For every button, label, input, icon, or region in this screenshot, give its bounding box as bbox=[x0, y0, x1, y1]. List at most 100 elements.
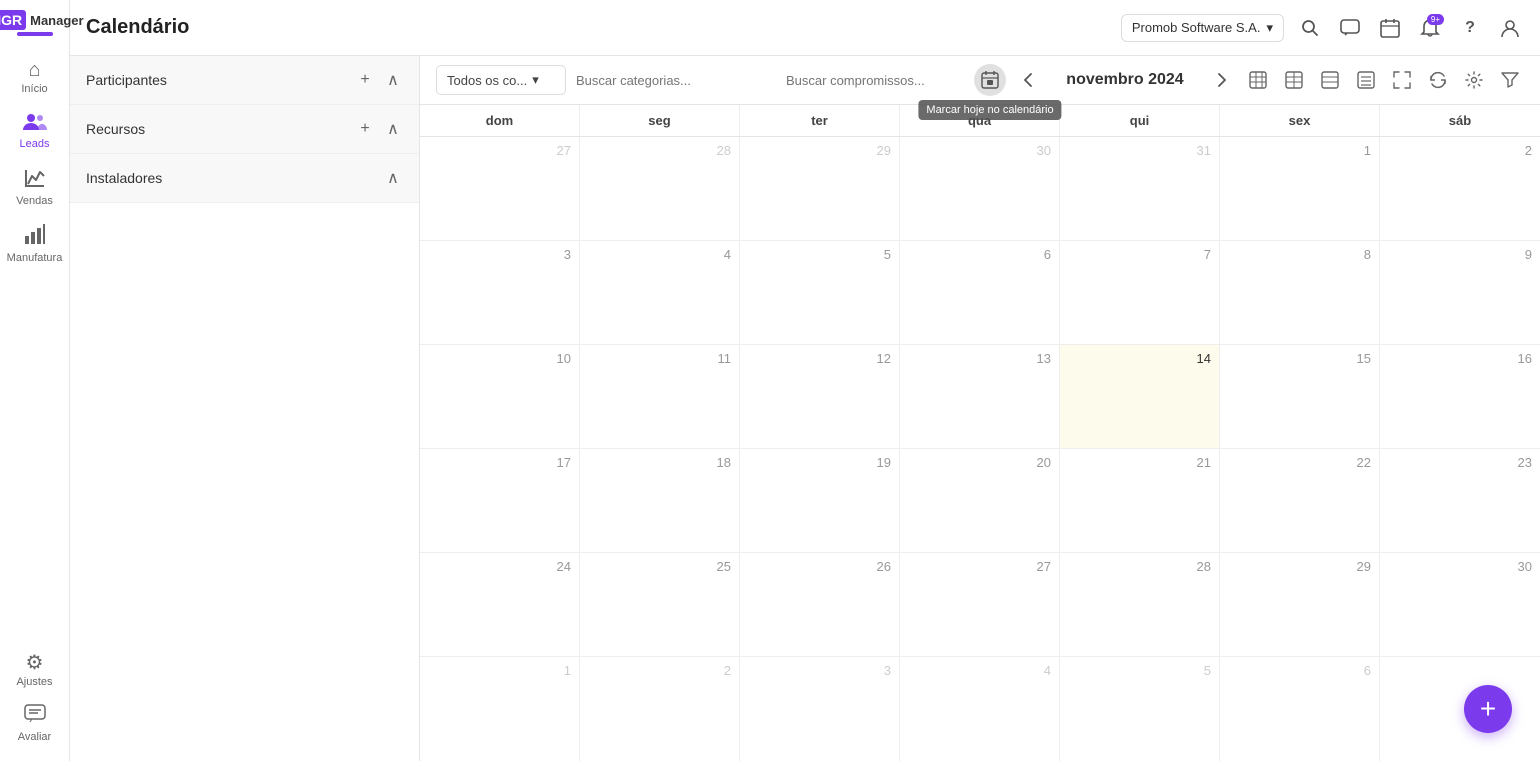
filter-icon[interactable] bbox=[1496, 66, 1524, 94]
sidebar-label-inicio: Início bbox=[21, 83, 47, 95]
cal-cell-2-5[interactable]: 15 bbox=[1220, 345, 1380, 448]
sidebar-item-avaliar[interactable]: Avaliar bbox=[0, 696, 69, 751]
cal-cell-1-5[interactable]: 8 bbox=[1220, 241, 1380, 344]
cal-date-1-5: 8 bbox=[1228, 247, 1371, 262]
user-icon[interactable] bbox=[1496, 14, 1524, 42]
cal-date-1-1: 4 bbox=[588, 247, 731, 262]
cal-cell-0-3[interactable]: 30 bbox=[900, 137, 1060, 240]
cal-week-0: 272829303112 bbox=[420, 137, 1540, 241]
filter-dropdown-arrow: ▾ bbox=[532, 72, 539, 88]
list-view-icon[interactable] bbox=[1352, 66, 1380, 94]
section-recursos-header[interactable]: Recursos + ∧ bbox=[70, 105, 419, 153]
cal-cell-4-0[interactable]: 24 bbox=[420, 553, 580, 656]
cal-cell-3-5[interactable]: 22 bbox=[1220, 449, 1380, 552]
cal-date-1-3: 6 bbox=[908, 247, 1051, 262]
cal-cell-5-3[interactable]: 4 bbox=[900, 657, 1060, 761]
cal-cell-0-2[interactable]: 29 bbox=[740, 137, 900, 240]
add-event-fab[interactable]: + bbox=[1464, 685, 1512, 733]
calendar-toolbar-row: Todos os co... ▾ bbox=[420, 56, 1540, 105]
sidebar-item-ajustes[interactable]: ⚙ Ajustes bbox=[0, 645, 69, 696]
next-month-button[interactable] bbox=[1208, 66, 1236, 94]
filter-dropdown[interactable]: Todos os co... ▾ bbox=[436, 65, 566, 95]
cal-cell-1-6[interactable]: 9 bbox=[1380, 241, 1540, 344]
cal-cell-1-1[interactable]: 4 bbox=[580, 241, 740, 344]
cal-cell-4-5[interactable]: 29 bbox=[1220, 553, 1380, 656]
cal-cell-5-5[interactable]: 6 bbox=[1220, 657, 1380, 761]
cal-cell-4-2[interactable]: 26 bbox=[740, 553, 900, 656]
cal-cell-2-6[interactable]: 16 bbox=[1380, 345, 1540, 448]
search-icon[interactable] bbox=[1296, 14, 1324, 42]
section-participantes-header[interactable]: Participantes + ∧ bbox=[70, 56, 419, 104]
cal-cell-4-4[interactable]: 28 bbox=[1060, 553, 1220, 656]
refresh-icon[interactable] bbox=[1424, 66, 1452, 94]
cal-cell-2-4[interactable]: 14 bbox=[1060, 345, 1220, 448]
cal-date-4-3: 27 bbox=[908, 559, 1051, 574]
cal-cell-0-1[interactable]: 28 bbox=[580, 137, 740, 240]
cal-cell-3-6[interactable]: 23 bbox=[1380, 449, 1540, 552]
day-view-icon[interactable] bbox=[1316, 66, 1344, 94]
cal-cell-3-4[interactable]: 21 bbox=[1060, 449, 1220, 552]
content-area: Participantes + ∧ Recursos + ∧ bbox=[70, 56, 1540, 761]
sidebar-item-leads[interactable]: Leads bbox=[0, 103, 69, 158]
help-text: ? bbox=[1465, 19, 1475, 37]
day-header-sex: sex bbox=[1220, 105, 1380, 136]
cal-cell-5-4[interactable]: 5 bbox=[1060, 657, 1220, 761]
prev-month-button[interactable] bbox=[1014, 66, 1042, 94]
search-categories-input[interactable] bbox=[576, 67, 776, 94]
sidebar-item-inicio[interactable]: ⌂ Início bbox=[0, 52, 69, 103]
cal-date-2-6: 16 bbox=[1388, 351, 1532, 366]
settings-cal-icon[interactable] bbox=[1460, 66, 1488, 94]
add-recursos-button[interactable]: + bbox=[355, 119, 375, 139]
cal-date-3-6: 23 bbox=[1388, 455, 1532, 470]
cal-cell-1-3[interactable]: 6 bbox=[900, 241, 1060, 344]
company-dropdown-icon: ▾ bbox=[1266, 20, 1273, 36]
cal-cell-5-6[interactable] bbox=[1380, 657, 1540, 761]
cal-cell-4-6[interactable]: 30 bbox=[1380, 553, 1540, 656]
cal-cell-5-2[interactable]: 3 bbox=[740, 657, 900, 761]
day-header-qui: qui bbox=[1060, 105, 1220, 136]
cal-cell-1-0[interactable]: 3 bbox=[420, 241, 580, 344]
week-view-icon[interactable] bbox=[1280, 66, 1308, 94]
cal-cell-2-2[interactable]: 12 bbox=[740, 345, 900, 448]
cal-cell-0-5[interactable]: 1 bbox=[1220, 137, 1380, 240]
cal-cell-0-6[interactable]: 2 bbox=[1380, 137, 1540, 240]
bell-icon[interactable]: 9+ bbox=[1416, 14, 1444, 42]
calendar-topbar-icon[interactable] bbox=[1376, 14, 1404, 42]
sidebar-item-manufatura[interactable]: Manufatura bbox=[0, 215, 69, 272]
cal-date-4-1: 25 bbox=[588, 559, 731, 574]
cal-cell-4-3[interactable]: 27 bbox=[900, 553, 1060, 656]
chat-icon[interactable] bbox=[1336, 14, 1364, 42]
collapse-recursos-button[interactable]: ∧ bbox=[383, 119, 403, 139]
company-selector[interactable]: Promob Software S.A. ▾ bbox=[1121, 14, 1284, 42]
cal-cell-0-0[interactable]: 27 bbox=[420, 137, 580, 240]
topbar-right: Promob Software S.A. ▾ bbox=[1121, 14, 1524, 42]
cal-cell-1-4[interactable]: 7 bbox=[1060, 241, 1220, 344]
day-header-sab: sáb bbox=[1380, 105, 1540, 136]
section-instaladores-header[interactable]: Instaladores ∧ bbox=[70, 154, 419, 202]
cal-date-4-0: 24 bbox=[428, 559, 571, 574]
cal-cell-2-3[interactable]: 13 bbox=[900, 345, 1060, 448]
add-participantes-button[interactable]: + bbox=[355, 70, 375, 90]
collapse-instaladores-button[interactable]: ∧ bbox=[383, 168, 403, 188]
help-icon[interactable]: ? bbox=[1456, 14, 1484, 42]
today-button[interactable] bbox=[974, 64, 1006, 96]
cal-cell-5-1[interactable]: 2 bbox=[580, 657, 740, 761]
vendas-icon bbox=[24, 166, 46, 192]
cal-cell-2-1[interactable]: 11 bbox=[580, 345, 740, 448]
cal-cell-3-2[interactable]: 19 bbox=[740, 449, 900, 552]
search-compromissos-input[interactable] bbox=[786, 67, 964, 94]
expand-view-icon[interactable] bbox=[1388, 66, 1416, 94]
cal-cell-5-0[interactable]: 1 bbox=[420, 657, 580, 761]
cal-cell-3-3[interactable]: 20 bbox=[900, 449, 1060, 552]
sidebar-item-vendas[interactable]: Vendas bbox=[0, 158, 69, 215]
cal-cell-3-1[interactable]: 18 bbox=[580, 449, 740, 552]
section-instaladores-actions: ∧ bbox=[383, 168, 403, 188]
cal-date-0-6: 2 bbox=[1388, 143, 1532, 158]
month-view-icon[interactable] bbox=[1244, 66, 1272, 94]
cal-cell-1-2[interactable]: 5 bbox=[740, 241, 900, 344]
collapse-participantes-button[interactable]: ∧ bbox=[383, 70, 403, 90]
cal-cell-4-1[interactable]: 25 bbox=[580, 553, 740, 656]
cal-cell-3-0[interactable]: 17 bbox=[420, 449, 580, 552]
cal-cell-2-0[interactable]: 10 bbox=[420, 345, 580, 448]
cal-cell-0-4[interactable]: 31 bbox=[1060, 137, 1220, 240]
